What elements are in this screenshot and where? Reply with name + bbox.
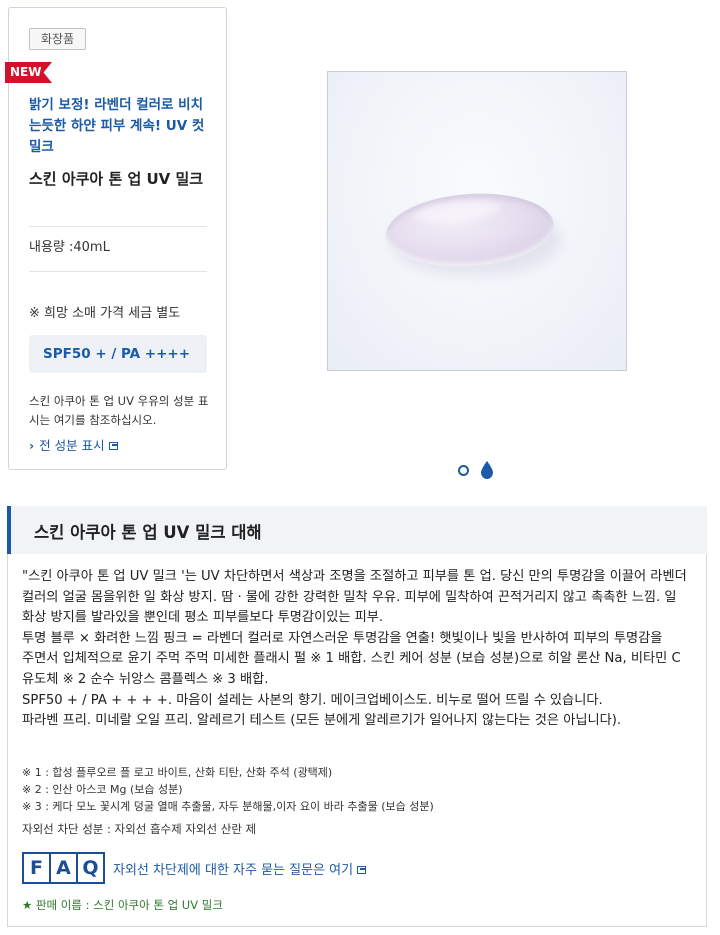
external-link-icon: [108, 442, 118, 450]
ingredient-note: 스킨 아쿠아 톤 업 UV 우유의 성분 표시는 여기를 참조하십시오.: [29, 394, 209, 427]
footnote: ※ 2 : 인산 아스코 Mg (보습 성분): [22, 783, 183, 796]
pager-drop-icon[interactable]: [481, 461, 493, 479]
description-paragraph: SPF50 + / PA + + + +. 마음이 설레는 사본의 향기. 메이…: [22, 692, 603, 708]
product-tagline: 밝기 보정! 라벤더 컬러로 비치는듯한 하얀 피부 계속! UV 컷 밀크: [29, 97, 205, 155]
external-link-icon: [357, 865, 367, 874]
about-title: 스킨 아쿠아 톤 업 UV 밀크 대해: [34, 523, 262, 542]
category-tag: 화장품: [29, 28, 87, 50]
description-paragraph: 파라벤 프리. 미네랄 오일 프리. 알레르기 테스트 (모든 분에게 알레르기…: [22, 713, 622, 729]
faq-row: F A Q 자외선 차단제에 대한 자주 묻는 질문은 여기: [22, 852, 367, 884]
product-volume: 내용량 :40mL: [29, 240, 110, 255]
product-description: "스킨 아쿠아 톤 업 UV 밀크 '는 UV 차단하면서 색상과 조명을 조절…: [22, 567, 694, 732]
full-ingredients-label: 전 성분 표시: [39, 438, 105, 453]
price-note: ※ 희망 소매 가격 세금 별도: [29, 306, 181, 321]
uv-filter-note: 자외선 차단 성분 : 자외선 흡수제 자외선 산란 제: [22, 822, 257, 836]
image-pager: [458, 460, 493, 480]
faq-letter: A: [51, 854, 76, 882]
faq-letter: Q: [78, 854, 103, 882]
divider: [29, 271, 207, 272]
footnote: ※ 3 : 케다 모노 꽃시계 덩굴 열매 추출물, 자두 분해물,이자 요이 …: [22, 800, 434, 813]
faq-link[interactable]: 자외선 차단제에 대한 자주 묻는 질문은 여기: [113, 859, 367, 878]
full-ingredients-link[interactable]: › 전 성분 표시: [29, 437, 118, 455]
spf-badge: SPF50 + / PA ++++: [29, 335, 207, 373]
new-badge: NEW: [5, 62, 52, 83]
faq-link-label: 자외선 차단제에 대한 자주 묻는 질문은 여기: [113, 862, 354, 878]
product-name: 스킨 아쿠아 톤 업 UV 밀크: [29, 170, 204, 188]
sale-name: ★ 판매 이름 : 스킨 아쿠아 톤 업 UV 밀크: [22, 898, 223, 912]
footnotes: ※ 1 : 합성 플루오르 플 로고 바이트, 산화 티탄, 산화 주석 (광택…: [22, 764, 694, 815]
product-card: 화장품 NEW 밝기 보정! 라벤더 컬러로 비치는듯한 하얀 피부 계속! U…: [5, 7, 227, 470]
chevron-right-icon: ›: [29, 438, 35, 453]
footnote: ※ 1 : 합성 플루오르 플 로고 바이트, 산화 티탄, 산화 주석 (광택…: [22, 766, 333, 779]
about-section-body: "스킨 아쿠아 톤 업 UV 밀크 '는 UV 차단하면서 색상과 조명을 조절…: [7, 554, 707, 927]
faq-letter: F: [24, 854, 49, 882]
faq-logo-icon[interactable]: F A Q: [22, 852, 105, 884]
divider: [29, 226, 207, 227]
about-section-header: 스킨 아쿠아 톤 업 UV 밀크 대해: [7, 506, 707, 554]
pager-dot-icon[interactable]: [458, 464, 469, 476]
description-paragraph: 투명 블루 × 화려한 느낌 핑크 = 라벤더 컬러로 자연스러운 투명감을 연…: [22, 630, 681, 687]
product-image[interactable]: [327, 71, 627, 371]
description-paragraph: "스킨 아쿠아 톤 업 UV 밀크 '는 UV 차단하면서 색상과 조명을 조절…: [22, 569, 687, 626]
